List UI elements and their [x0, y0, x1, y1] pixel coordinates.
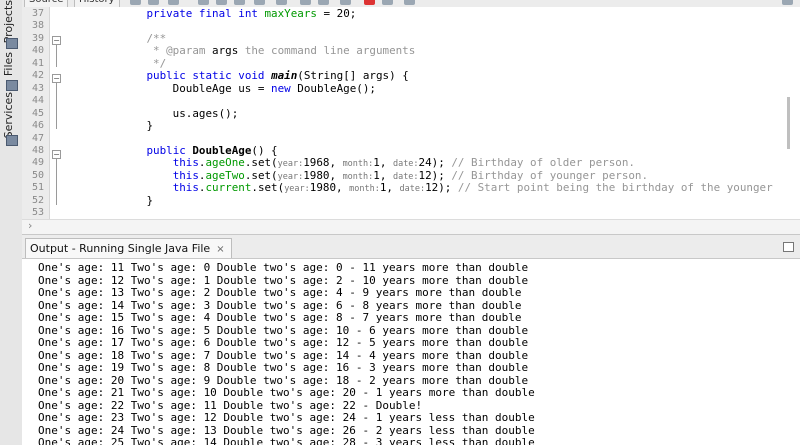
files-icon	[6, 80, 18, 91]
output-tab[interactable]: Output - Running Single Java File ×	[25, 238, 232, 258]
fold-guide	[56, 45, 57, 67]
side-panel: Projects Files Services	[0, 0, 23, 445]
fold-toggle-icon[interactable]: −	[52, 36, 61, 45]
line-number: 44	[31, 95, 44, 107]
line-number: 53	[31, 207, 44, 219]
code-editor[interactable]: 37 private final int maxYears = 20; 38 39 …	[22, 7, 800, 219]
editor-vertical-scrollbar[interactable]	[778, 7, 800, 219]
shift-right-icon[interactable]	[318, 0, 329, 5]
fold-toggle-icon[interactable]: −	[52, 74, 61, 83]
line-number: 41	[31, 57, 44, 69]
restore-editor-icon[interactable]	[782, 0, 793, 5]
line-number: 50	[31, 169, 44, 181]
line-number: 49	[31, 157, 44, 169]
line-number: 37	[31, 8, 44, 19]
diff-icon[interactable]	[404, 0, 415, 5]
bookmark-icon[interactable]	[276, 0, 287, 5]
output-line: One's age: 24 Two's age: 13 Double two's…	[38, 423, 535, 437]
line-number: 42	[31, 70, 44, 82]
code-text: private final int maxYears = 20;	[146, 7, 357, 20]
code-text: }	[94, 193, 154, 207]
editor-horizontal-scrollbar[interactable]: ›	[22, 219, 800, 234]
output-console[interactable]: One's age: 11 Two's age: 0 Double two's …	[22, 259, 800, 445]
shift-left-icon[interactable]	[300, 0, 311, 5]
restore-window-icon[interactable]	[783, 242, 794, 252]
close-icon[interactable]: ×	[216, 244, 224, 255]
line-number: 46	[31, 120, 44, 132]
find-prev-icon[interactable]	[216, 0, 227, 5]
output-line: One's age: 20 Two's age: 9 Double two's …	[38, 373, 529, 387]
toggle-icon[interactable]	[168, 0, 179, 5]
chevron-right-icon[interactable]: ›	[28, 219, 32, 232]
line-number: 52	[31, 194, 44, 206]
services-icon	[6, 135, 18, 146]
output-tab-bar: Output - Running Single Java File ×	[22, 235, 800, 259]
code-line: 52 }	[22, 193, 782, 208]
code-line: 46 }	[22, 119, 782, 133]
output-line: One's age: 19 Two's age: 8 Double two's …	[38, 361, 529, 374]
output-line: One's age: 11 Two's age: 0 Double two's …	[38, 261, 529, 274]
line-number: 40	[31, 45, 44, 57]
output-line: One's age: 16 Two's age: 5 Double two's …	[38, 323, 529, 337]
line-number: 48	[31, 144, 44, 156]
output-line: One's age: 14 Two's age: 3 Double two's …	[38, 298, 522, 312]
output-line: One's age: 12 Two's age: 1 Double two's …	[38, 273, 529, 287]
projects-icon	[6, 38, 18, 49]
find-next-icon[interactable]	[234, 0, 245, 5]
code-text: }	[94, 119, 154, 133]
line-number: 51	[31, 182, 44, 194]
line-number: 39	[31, 32, 44, 44]
forward-icon[interactable]	[148, 0, 159, 5]
output-line: One's age: 17 Two's age: 6 Double two's …	[38, 336, 529, 349]
stop-macro-icon[interactable]	[364, 0, 375, 5]
output-line: One's age: 25 Two's age: 14 Double two's…	[38, 436, 535, 445]
output-line: One's age: 15 Two's age: 4 Double two's …	[38, 311, 522, 324]
line-number: 38	[31, 20, 44, 32]
search-icon[interactable]	[198, 0, 209, 5]
code-line: 37 private final int maxYears = 20;	[22, 7, 782, 21]
toggle-highlight-icon[interactable]	[254, 0, 265, 5]
scrollbar-thumb[interactable]	[787, 97, 790, 149]
services-tab[interactable]: Services	[2, 92, 15, 138]
fold-toggle-icon[interactable]: −	[52, 150, 61, 159]
output-tab-label: Output - Running Single Java File	[30, 242, 211, 255]
back-icon[interactable]	[130, 0, 141, 5]
output-line: One's age: 21 Two's age: 10 Double two's…	[38, 386, 535, 399]
run-macro-icon[interactable]	[382, 0, 393, 5]
line-number: 43	[31, 82, 44, 94]
output-line: One's age: 22 Two's age: 11 Double two's…	[38, 398, 423, 412]
output-panel: Output - Running Single Java File × One's…	[22, 234, 800, 445]
output-line: One's age: 18 Two's age: 7 Double two's …	[38, 348, 529, 362]
code-line: 53	[22, 207, 782, 220]
line-number: 47	[31, 132, 44, 144]
fold-guide	[56, 159, 57, 205]
output-line: One's age: 23 Two's age: 12 Double two's…	[38, 411, 535, 424]
fold-guide	[56, 83, 57, 129]
line-number: 45	[31, 107, 44, 119]
files-tab[interactable]: Files	[2, 52, 15, 76]
output-line: One's age: 13 Two's age: 2 Double two's …	[38, 286, 522, 299]
comment-icon[interactable]	[340, 0, 351, 5]
projects-tab[interactable]: Projects	[2, 0, 15, 43]
code-line: 43 DoubleAge us = new DoubleAge();	[22, 81, 782, 96]
code-text: DoubleAge us = new DoubleAge();	[94, 81, 376, 95]
